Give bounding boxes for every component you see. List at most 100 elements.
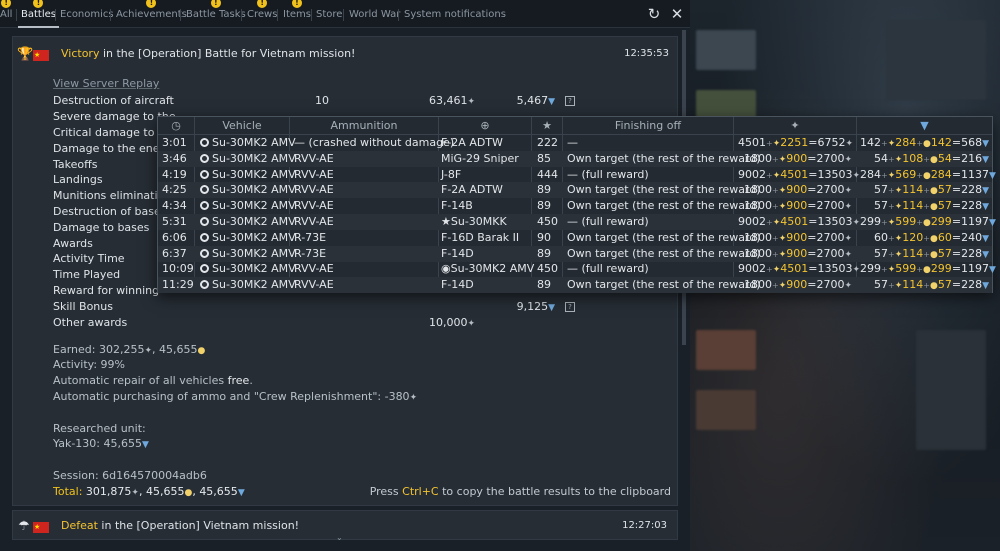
reward-rp-value: 9,125 (516, 300, 549, 313)
chevron-down-icon[interactable]: ⌄ (336, 534, 346, 542)
entry-title-rest: in the [Operation] Vietnam mission! (97, 519, 300, 532)
rp-bonus-1: 114 (902, 199, 924, 213)
kill-rp: 57+✦114+●57=228▼ (874, 199, 989, 213)
research-points-icon: ▼ (989, 170, 996, 181)
tab-separator (241, 9, 242, 21)
rp-bonus-1: 108 (902, 151, 924, 165)
view-replay-link[interactable]: View Server Replay (53, 77, 159, 90)
plus-icon: + (881, 139, 888, 148)
ammo-text: Automatic purchasing of ammo and "Crew R… (53, 390, 410, 403)
sl-total: 6752 (817, 136, 846, 149)
plus-icon: + (916, 170, 923, 180)
info-icon[interactable]: ? (565, 96, 575, 106)
rp-bonus-2: 299 (930, 215, 952, 228)
vehicle-icon (200, 138, 209, 147)
research-points-icon: ▼ (989, 265, 996, 276)
reward-count: 10 (315, 94, 329, 107)
copy-key: Ctrl+C (402, 485, 439, 498)
research-points-icon: ▼ (237, 488, 245, 498)
rp-total: 240 (961, 230, 983, 244)
research-points-icon: ▼ (548, 303, 555, 313)
china-flag-icon: ★ (33, 50, 49, 61)
kill-vehicle-name: Su-30MK2 AMV (212, 262, 296, 276)
kill-ammo: — (crashed without damage) (294, 136, 455, 149)
tab-battle-tasks[interactable]: ! Battle Tasks (186, 0, 246, 22)
reward-label: Takeoffs (53, 158, 98, 171)
research-points-icon: ▼ (982, 154, 989, 165)
kill-vehicle-name: Su-30MK2 AMV (212, 246, 296, 260)
activity-line: Activity: 99% (53, 358, 125, 371)
sl-base: 1800 (743, 183, 772, 197)
tab-label: Crews (247, 9, 278, 20)
kill-target: F-2A ADTW (441, 182, 503, 198)
plus-icon: + (881, 170, 888, 180)
tab-world-war[interactable]: World War (349, 8, 400, 22)
booster-icon: ● (930, 233, 938, 244)
reward-label: Time Played (53, 268, 121, 281)
tab-separator (398, 9, 399, 21)
rp-total: 228 (961, 183, 983, 197)
rp-total: 228 (961, 246, 983, 260)
tab-system-notifications[interactable]: System notifications (404, 8, 506, 22)
kill-vehicle: Su-30MK2 AMV (200, 214, 296, 230)
silver-lions-icon: ✦ (467, 97, 475, 107)
rp-total: 228 (961, 278, 983, 292)
reward-rp: 9,125▼ (475, 300, 555, 313)
sl-bonus: 900 (786, 199, 808, 213)
kill-target-name: Su-30MK2 AMV (450, 262, 535, 276)
kill-score: 89 (537, 199, 551, 213)
kill-sl: 1800+✦900=2700✦ (743, 278, 852, 292)
rp-base: 299 (860, 262, 881, 276)
sl-total: 2700 (816, 246, 845, 260)
tab-all[interactable]: ! All (0, 0, 13, 22)
refresh-icon[interactable]: ↻ (645, 5, 663, 23)
sl-total: 13503 (817, 262, 853, 276)
kill-time: 4:34 (162, 199, 187, 213)
tab-crews[interactable]: ! Crews (247, 0, 278, 22)
tab-label: All (0, 9, 13, 20)
rp-bonus-1: 569 (895, 167, 917, 181)
rp-total: 1197 (961, 262, 990, 276)
tab-economics[interactable]: Economics (60, 8, 114, 22)
close-icon[interactable]: ✕ (668, 5, 686, 23)
plus-icon: + (881, 265, 888, 275)
rp-bonus-2: 54 (937, 151, 952, 165)
silver-lions-icon: ✦ (467, 319, 475, 329)
tab-label: World War (349, 9, 401, 20)
column-score: ★ (542, 119, 552, 132)
target-mark-icon: ◉ (441, 262, 451, 276)
result-victory: Victory (61, 47, 100, 60)
kill-row: 3:46 Su-30MK2 AMV RVV-AE MiG-29 Sniper 85 Own… (158, 150, 992, 167)
notification-badge: ! (291, 0, 302, 8)
plus-icon: + (888, 249, 895, 259)
kill-rp: 57+✦114+●57=228▼ (874, 278, 989, 292)
kill-ammo: R-73E (294, 246, 327, 260)
kill-finishing: — (567, 136, 578, 149)
plus-icon: + (766, 139, 773, 148)
total-rp: 45,655 (199, 485, 238, 498)
kill-score: 89 (537, 183, 551, 197)
rp-bonus-2: 284 (930, 167, 952, 181)
plus-icon: + (771, 281, 779, 291)
rp-bonus-2: 299 (930, 262, 952, 276)
booster-icon: ● (930, 281, 938, 292)
entry-header[interactable]: 🏆 ★ Victory in the [Operation] Battle fo… (13, 45, 679, 65)
rp-total: 1197 (961, 215, 990, 228)
kill-time: 3:46 (162, 151, 187, 165)
silver-lions-icon: ✦ (844, 249, 852, 260)
tab-achievements[interactable]: ! Achievements (116, 0, 187, 22)
vehicle-icon (200, 201, 209, 211)
tab-store[interactable]: Store (316, 8, 342, 22)
reward-label: Awards (53, 237, 93, 250)
silver-lions-icon: ✦ (852, 265, 861, 276)
kill-target-name: F-14B (441, 199, 473, 213)
rp-bonus-1: 599 (895, 215, 917, 228)
sl-bonus: 900 (786, 278, 808, 292)
tab-battles[interactable]: ! Battles (18, 0, 59, 28)
tab-items[interactable]: ! Items (283, 0, 311, 22)
notification-badge: ! (210, 0, 221, 8)
kill-row: 11:29 Su-30MK2 AMV RVV-AE F-14D 89 Own target… (158, 277, 992, 294)
info-icon[interactable]: ? (565, 302, 575, 312)
kill-target-name: F-14D (441, 246, 474, 260)
background-card (696, 330, 756, 370)
